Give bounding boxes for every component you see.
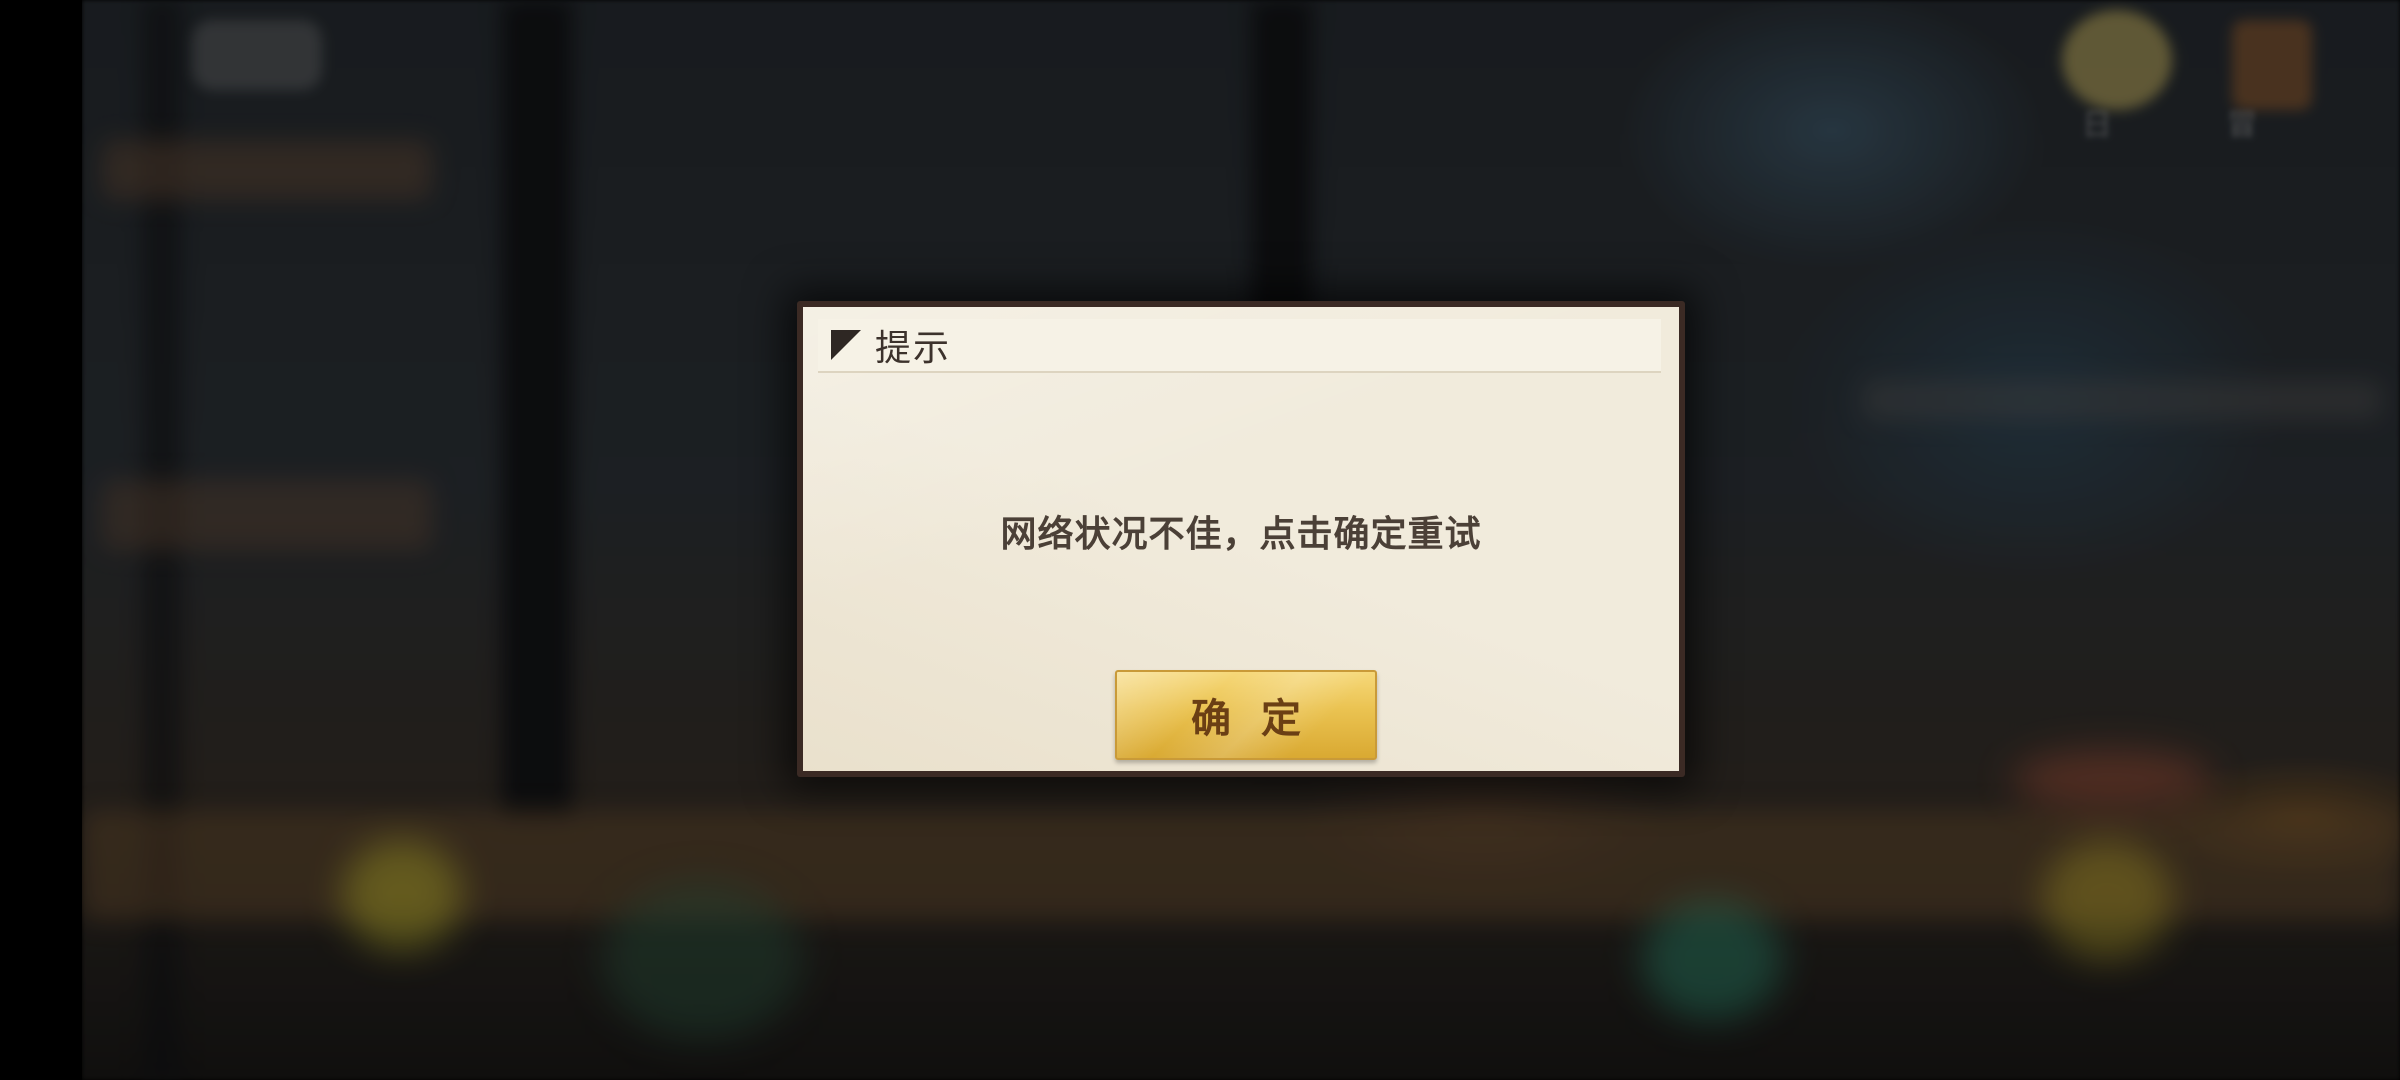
letterbox-bar [0,0,82,1080]
confirm-button[interactable]: 确 定 [1115,670,1377,760]
dialog-body: 提示 网络状况不佳，点击确定重试 确 定 [803,307,1679,771]
confirm-button-label: 确 定 [1191,695,1309,742]
dialog-title-bar: 提示 [818,319,1661,373]
dialog-title: 提示 [875,328,952,369]
corner-triangle-icon [831,330,861,360]
network-alert-dialog: 提示 网络状况不佳，点击确定重试 确 定 [797,301,1685,777]
game-screen: 日 冒 提示 网络状况不佳，点击确定重试 确 定 [0,0,2400,1080]
dialog-message: 网络状况不佳，点击确定重试 [1000,513,1482,555]
